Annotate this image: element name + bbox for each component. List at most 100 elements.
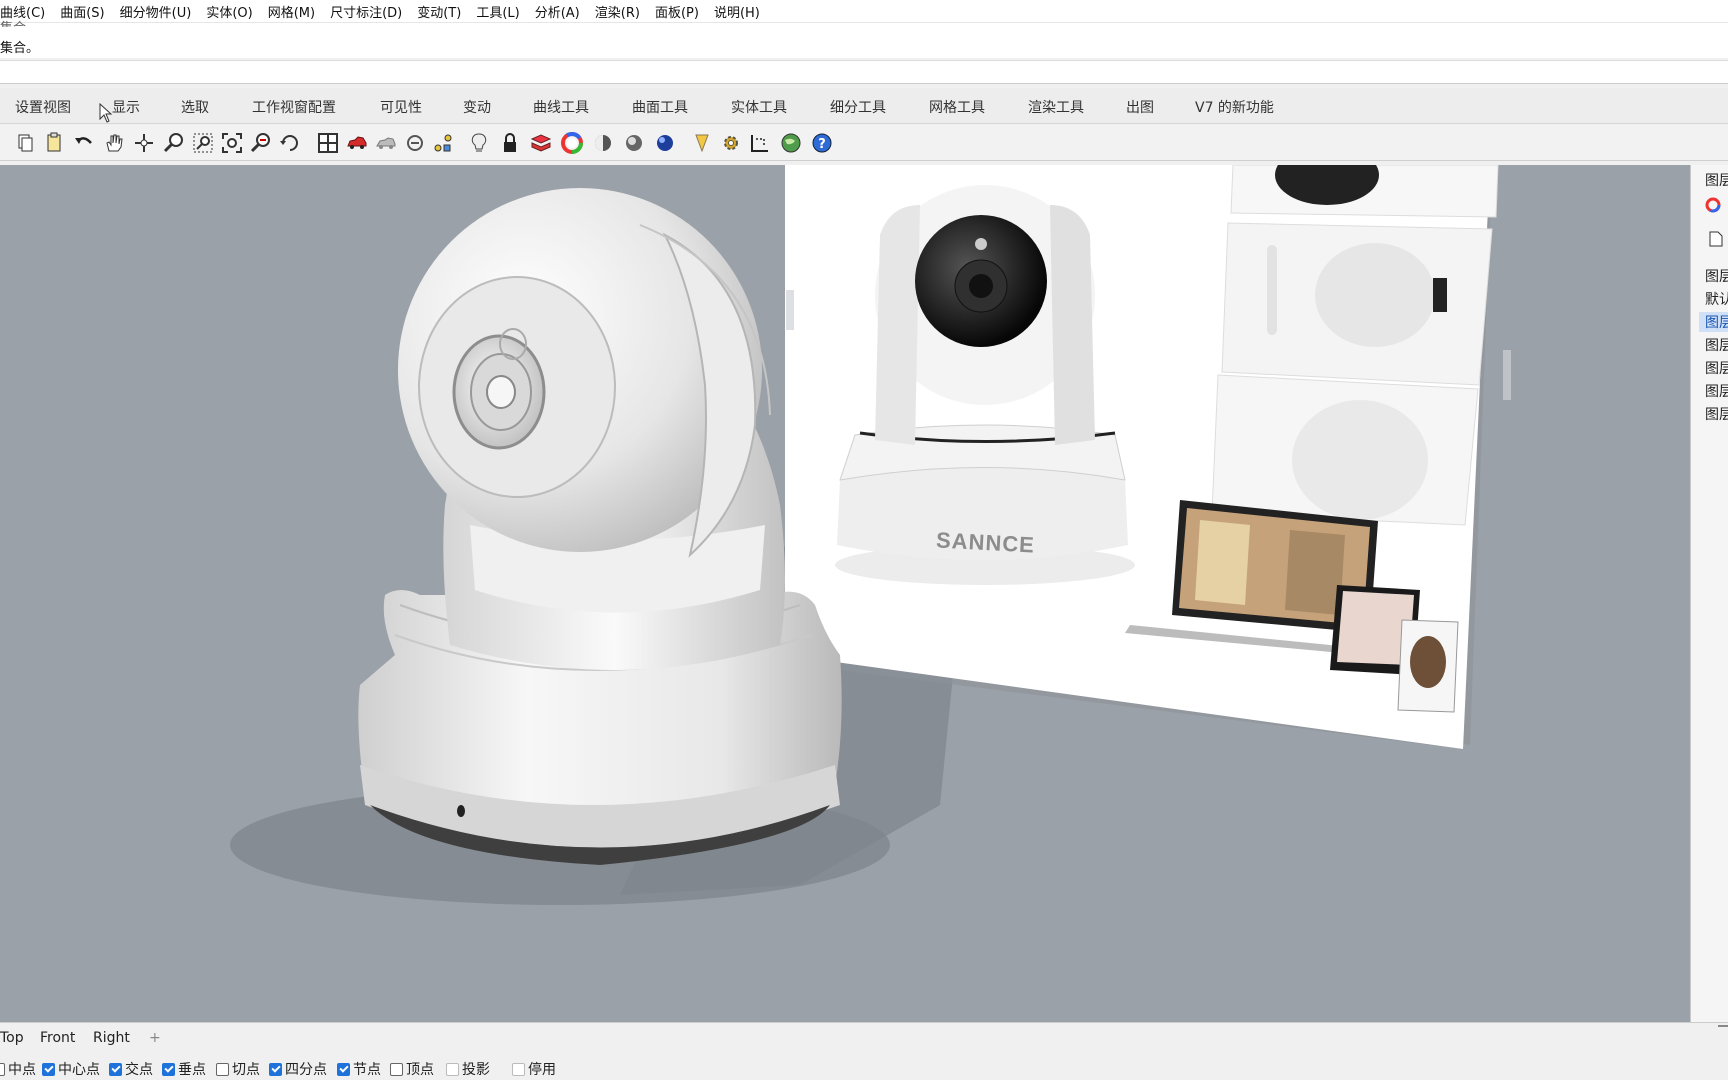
osnap-perpendicular-checkbox[interactable] (162, 1062, 175, 1076)
zoom-selected-icon[interactable] (248, 130, 274, 156)
hide-icon[interactable] (373, 130, 399, 156)
shaded-sphere-icon[interactable] (590, 130, 616, 156)
layer-item-01[interactable]: 图层 01 (1699, 312, 1728, 332)
light-icon[interactable] (466, 130, 492, 156)
history-line-previous: 集合。 (0, 17, 39, 27)
tab-viewport-layout[interactable]: 工作视窗配置 (252, 97, 336, 117)
osnap-knot[interactable]: 节点 (337, 1059, 381, 1079)
perspective-viewport[interactable]: SANNCE (0, 165, 1690, 1022)
osnap-knot-checkbox[interactable] (337, 1062, 350, 1076)
menu-panels[interactable]: 面板(P) (655, 2, 707, 21)
menu-mesh[interactable]: 网格(M) (268, 2, 323, 21)
paste-icon[interactable] (41, 130, 67, 156)
tab-transform[interactable]: 变动 (463, 97, 491, 117)
globe-icon[interactable] (778, 130, 804, 156)
menu-solid[interactable]: 实体(O) (206, 2, 260, 21)
layer-item-03[interactable]: 图层 03 (1705, 358, 1728, 378)
color-wheel-icon[interactable] (559, 130, 585, 156)
tab-solid-tools[interactable]: 实体工具 (731, 97, 787, 117)
new-layer-icon[interactable] (1709, 231, 1723, 247)
help-icon[interactable]: ? (809, 130, 835, 156)
osnap-quadrant[interactable]: 四分点 (269, 1059, 327, 1079)
osnap-perpendicular[interactable]: 垂点 (162, 1059, 206, 1079)
osnap-intersection-checkbox[interactable] (109, 1062, 122, 1076)
tab-surface-tools[interactable]: 曲面工具 (632, 97, 688, 117)
layer-item-02[interactable]: 图层 02 (1705, 335, 1728, 355)
osnap-vertex[interactable]: 顶点 (390, 1059, 434, 1079)
osnap-midpoint-checkbox[interactable] (0, 1062, 5, 1076)
layer-item-05[interactable]: 图层 05 (1705, 404, 1728, 424)
osnap-project[interactable]: 投影 (446, 1059, 490, 1079)
mouse-cursor-icon (99, 103, 113, 123)
layer-icon[interactable] (528, 130, 554, 156)
menu-tools[interactable]: 工具(L) (476, 2, 527, 21)
layer-header: 图层 (1705, 269, 1728, 285)
tab-layout[interactable]: 出图 (1126, 97, 1154, 117)
osnap-tangent-checkbox[interactable] (216, 1062, 229, 1076)
main-toolbar: ? (0, 125, 1728, 161)
menu-surface[interactable]: 曲面(S) (60, 2, 112, 21)
osnap-tangent[interactable]: 切点 (216, 1059, 260, 1079)
settings-gear-icon[interactable] (718, 130, 744, 156)
history-line: 集合。 (0, 41, 40, 56)
material-sphere-icon[interactable] (652, 130, 678, 156)
osnap-vertex-checkbox[interactable] (390, 1062, 403, 1076)
pan-icon[interactable] (101, 130, 127, 156)
tab-select[interactable]: 选取 (181, 97, 209, 117)
osnap-disable[interactable]: 停用 (512, 1059, 556, 1079)
tab-subd-tools[interactable]: 细分工具 (830, 97, 886, 117)
menu-help[interactable]: 说明(H) (714, 2, 768, 21)
layer-item-default[interactable]: 默认值 (1705, 289, 1728, 309)
menu-bar: 曲线(C) 曲面(S) 细分物件(U) 实体(O) 网格(M) 尺寸标注(D) … (0, 0, 1728, 22)
reference-image-plane (785, 165, 1499, 749)
menu-dimension[interactable]: 尺寸标注(D) (330, 2, 410, 21)
tab-set-view[interactable]: 设置视图 (15, 97, 71, 117)
menu-render[interactable]: 渲染(R) (595, 2, 648, 21)
svg-text:?: ? (818, 137, 826, 152)
spotlight-icon[interactable] (689, 130, 715, 156)
osnap-center[interactable]: 中心点 (42, 1059, 100, 1079)
menu-transform[interactable]: 变动(T) (417, 2, 469, 21)
menu-subd[interactable]: 细分物件(U) (120, 2, 200, 21)
camera-model (358, 188, 842, 865)
zoom-window-icon[interactable] (190, 130, 216, 156)
add-viewport-button[interactable]: + (149, 1030, 161, 1046)
show-icon[interactable] (402, 130, 428, 156)
move-view-icon[interactable] (131, 130, 157, 156)
panel-divider (1718, 1025, 1728, 1027)
osnap-project-checkbox[interactable] (446, 1062, 459, 1076)
osnap-quadrant-checkbox[interactable] (269, 1062, 282, 1076)
lock-icon[interactable] (497, 130, 523, 156)
tab-display[interactable]: 显示 (112, 97, 140, 117)
viewport-layout-icon[interactable] (315, 130, 341, 156)
layer-item-04[interactable]: 图层 04 (1705, 381, 1728, 401)
rotate-view-icon[interactable] (277, 130, 303, 156)
tab-render-tools[interactable]: 渲染工具 (1028, 97, 1084, 117)
osnap-intersection[interactable]: 交点 (109, 1059, 153, 1079)
viewport-tab-front[interactable]: Front (40, 1030, 75, 1046)
viewport-tab-right[interactable]: Right (93, 1030, 130, 1046)
car-icon[interactable] (344, 130, 370, 156)
command-prompt-input[interactable] (0, 60, 1728, 84)
tab-mesh-tools[interactable]: 网格工具 (929, 97, 985, 117)
osnap-center-checkbox[interactable] (42, 1062, 55, 1076)
layers-panel-title: 图层 (1705, 173, 1728, 189)
command-history: 集合。 集合。 (0, 21, 1728, 58)
undo-icon[interactable] (71, 130, 97, 156)
tab-visibility[interactable]: 可见性 (380, 97, 422, 117)
rendered-sphere-icon[interactable] (621, 130, 647, 156)
osnap-midpoint[interactable]: 中点 (0, 1059, 36, 1079)
osnap-disable-checkbox[interactable] (512, 1062, 525, 1076)
menu-analyze[interactable]: 分析(A) (535, 2, 588, 21)
tab-curve-tools[interactable]: 曲线工具 (533, 97, 589, 117)
zoom-extents-icon[interactable] (219, 130, 245, 156)
viewport-tab-top[interactable]: Top (0, 1030, 24, 1046)
zoom-icon[interactable] (161, 130, 187, 156)
copy-icon[interactable] (12, 130, 38, 156)
color-wheel-icon[interactable] (1705, 197, 1721, 213)
points-icon[interactable] (431, 130, 457, 156)
dimension-icon[interactable] (747, 130, 773, 156)
layers-panel: 图层 图层 默认值 图层 01 图层 02 图层 03 图层 04 图层 05 (1690, 165, 1728, 1022)
reference-brand-label: SANNCE (935, 527, 1036, 558)
tab-v7-new[interactable]: V7 的新功能 (1195, 97, 1274, 117)
